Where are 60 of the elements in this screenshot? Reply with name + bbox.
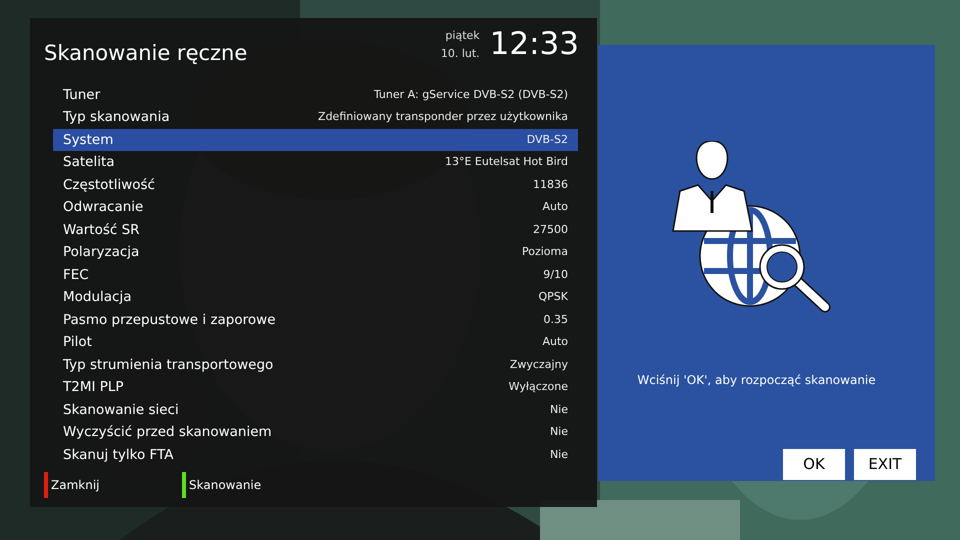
settings-row[interactable]: Typ strumienia transportowego Zwyczajny — [53, 354, 578, 376]
setting-value: 11836 — [533, 176, 568, 192]
setting-label: Pilot — [63, 333, 92, 352]
settings-row[interactable]: System DVB-S2 — [53, 128, 578, 151]
setting-value: Tuner A: gService DVB-S2 (DVB-S2) — [374, 86, 568, 102]
settings-row[interactable]: T2MI PLP Wyłączone — [53, 376, 578, 398]
setting-value: Nie — [550, 402, 568, 418]
settings-row[interactable]: Modulacja QPSK — [53, 286, 578, 308]
setting-label: Skanuj tylko FTA — [63, 446, 174, 465]
setting-label: Modulacja — [63, 288, 132, 308]
dialog-button[interactable]: EXIT — [854, 449, 916, 480]
setting-value: 13°E Eutelsat Hot Bird — [444, 154, 568, 170]
setting-value: Nie — [550, 424, 568, 440]
settings-row[interactable]: Wartość SR 27500 — [53, 218, 578, 241]
setting-label: Odwracanie — [63, 198, 144, 218]
setting-value: Wyłączone — [508, 379, 568, 395]
setting-label: Typ skanowania — [63, 108, 170, 128]
settings-row[interactable]: Pasmo przepustowe i zaporowe 0.35 — [53, 308, 578, 331]
settings-row[interactable]: Polaryzacja Pozioma — [53, 241, 578, 264]
setting-value: Auto — [542, 334, 568, 350]
setting-label: Polaryzacja — [63, 243, 140, 262]
key-hint: Zamknij — [51, 477, 100, 494]
setting-label: Wartość SR — [63, 220, 140, 240]
setting-label: Satelita — [63, 153, 115, 172]
setting-value: Auto — [542, 199, 568, 215]
instruction-text: Wciśnij 'OK', aby rozpocząć skanowanie — [637, 372, 876, 389]
settings-row[interactable]: Odwracanie Auto — [53, 196, 578, 218]
setting-value: 27500 — [533, 222, 568, 238]
settings-row[interactable]: Wyczyścić przed skanowaniem Nie — [53, 421, 578, 444]
setting-label: Częstotliwość — [63, 176, 155, 195]
setting-value: Zwyczajny — [510, 356, 568, 372]
settings-row[interactable]: Skanowanie sieci Nie — [53, 398, 578, 421]
settings-row[interactable]: Satelita 13°E Eutelsat Hot Bird — [53, 151, 578, 174]
settings-row[interactable]: Skanuj tylko FTA Nie — [53, 444, 578, 466]
settings-row[interactable]: Typ skanowania Zdefiniowany transponder przez użytkownika — [53, 106, 578, 128]
setting-value: DVB-S2 — [526, 132, 568, 148]
day-label: piątek — [445, 28, 480, 44]
setting-label: T2MI PLP — [63, 378, 124, 398]
clock-time: 12:33 — [490, 26, 579, 62]
screen-title: Skanowanie ręczne — [44, 40, 248, 67]
setting-label: Typ strumienia transportowego — [63, 356, 274, 375]
settings-row[interactable]: Pilot Auto — [53, 331, 578, 354]
date-label: 10. lut. — [440, 46, 480, 62]
settings-row[interactable]: Częstotliwość 11836 — [53, 174, 578, 196]
setting-label: Skanowanie sieci — [63, 400, 179, 420]
setting-label: Tuner — [63, 86, 100, 105]
setting-value: 9/10 — [543, 266, 568, 282]
settings-row[interactable]: FEC 9/10 — [53, 264, 578, 286]
setting-value: 0.35 — [544, 312, 568, 328]
dialog-button[interactable]: OK — [783, 449, 845, 480]
setting-value: QPSK — [538, 289, 568, 305]
setting-value: Zdefiniowany transponder przez użytkownika — [318, 109, 568, 125]
setting-value: Pozioma — [522, 244, 568, 260]
setting-label: Wyczyścić przed skanowaniem — [63, 423, 272, 442]
setting-label: Pasmo przepustowe i zaporowe — [63, 310, 276, 330]
settings-row[interactable]: Tuner Tuner A: gService DVB-S2 (DVB-S2) — [53, 84, 578, 106]
key-hint: Skanowanie — [189, 477, 262, 494]
setting-label: FEC — [63, 266, 89, 285]
setting-label: System — [63, 130, 114, 150]
setting-value: Nie — [550, 446, 568, 462]
